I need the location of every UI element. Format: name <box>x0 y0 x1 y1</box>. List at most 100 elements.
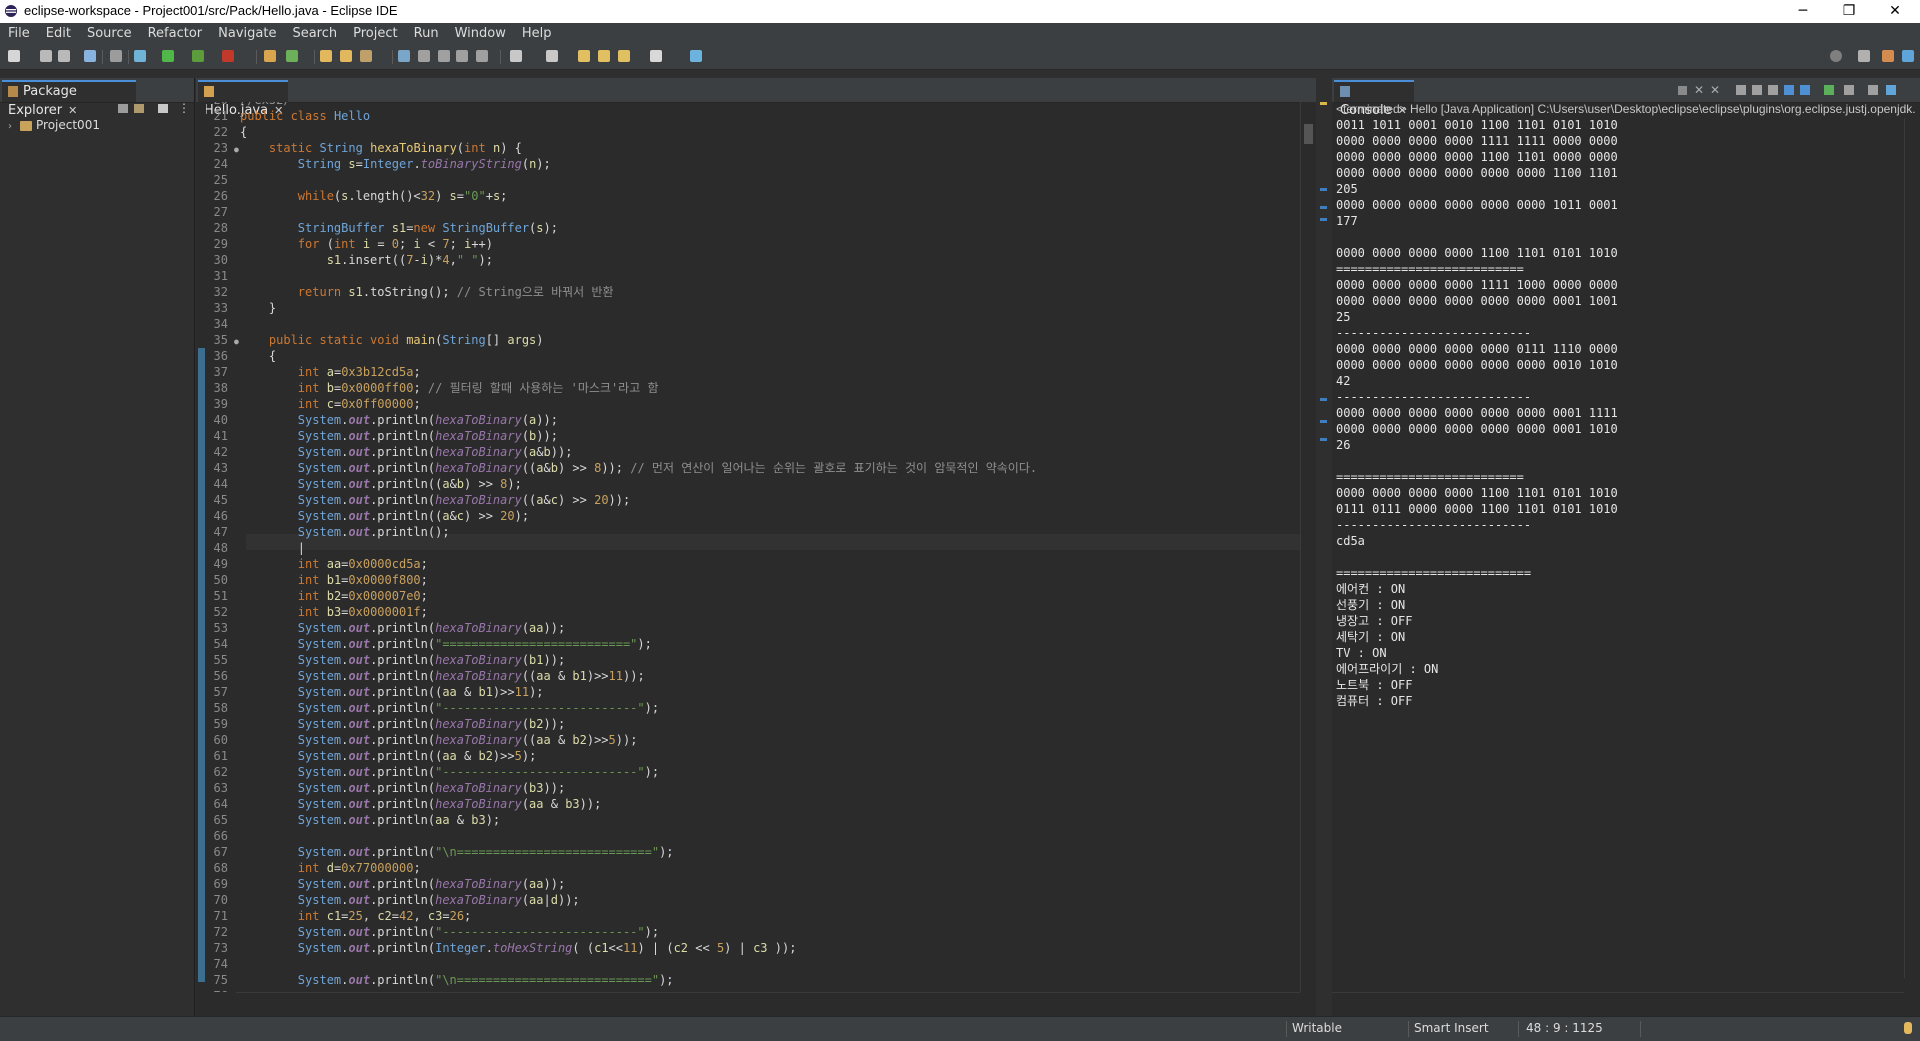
code-line[interactable]: 44 System.out.println((a&b) >> 8); <box>206 476 522 492</box>
java-perspective-icon[interactable] <box>1882 50 1894 62</box>
perspective-switch-icon[interactable] <box>1858 50 1870 62</box>
code-line[interactable]: 34 <box>206 316 240 332</box>
code-line[interactable]: 37 int a=0x3b12cd5a; <box>206 364 421 380</box>
code-line[interactable]: 28 StringBuffer s1=new StringBuffer(s); <box>206 220 558 236</box>
search-icon[interactable] <box>1830 50 1842 62</box>
status-cursor-position[interactable]: 48 : 9 : 1125 <box>1526 1021 1603 1035</box>
code-line[interactable]: 25 <box>206 172 240 188</box>
code-line[interactable]: 66 <box>206 828 240 844</box>
editor-horizontal-scrollbar[interactable] <box>236 992 1300 1008</box>
code-line[interactable]: 69 System.out.println(hexaToBinary(aa)); <box>206 876 566 892</box>
new-icon[interactable] <box>8 50 20 62</box>
code-line[interactable]: 38 int b=0x0000ff00; // 필터링 할때 사용하는 '마스크… <box>206 380 659 396</box>
code-line[interactable]: 67 System.out.println("\n===============… <box>206 844 674 860</box>
code-line[interactable]: 35 ● public static void main(String[] arg… <box>206 332 544 348</box>
new-package-icon[interactable] <box>286 50 298 62</box>
new-java-project-icon[interactable] <box>264 50 276 62</box>
coverage-icon[interactable] <box>192 50 204 62</box>
save-icon[interactable] <box>40 50 52 62</box>
tab-console[interactable]: Console ✕ <box>1334 80 1414 118</box>
code-line[interactable]: 52 int b3=0x0000001f; <box>206 604 428 620</box>
code-line[interactable]: 57 System.out.println((aa & b1)>>11); <box>206 684 544 700</box>
menu-project[interactable]: Project <box>345 23 405 44</box>
code-line[interactable]: 72 System.out.println("-----------------… <box>206 924 660 940</box>
code-line[interactable]: 23 ● static String hexaToBinary(int n) { <box>206 140 522 156</box>
external-tools-icon[interactable] <box>222 50 234 62</box>
code-line[interactable]: 29 for (int i = 0; i < 7; i++) <box>206 236 493 252</box>
remove-launch-icon[interactable]: ✕ <box>1694 83 1704 97</box>
toggle-mark-icon[interactable] <box>398 50 410 62</box>
code-line[interactable]: 49 int aa=0x0000cd5a; <box>206 556 428 572</box>
code-line[interactable]: 47 System.out.println(); <box>206 524 450 540</box>
code-line[interactable]: 21 public class Hello <box>206 108 371 124</box>
remove-all-icon[interactable]: ✕ <box>1710 83 1720 97</box>
code-line[interactable]: 43 System.out.println(hexaToBinary((a&b)… <box>206 460 1038 476</box>
code-line[interactable]: 71 int c1=25, c2=42, c3=26; <box>206 908 472 924</box>
forward-icon[interactable] <box>618 50 630 62</box>
menu-run[interactable]: Run <box>406 23 447 44</box>
toggle-breadcrumb-icon[interactable] <box>418 50 430 62</box>
code-line[interactable]: 56 System.out.println(hexaToBinary((aa &… <box>206 668 645 684</box>
code-line[interactable]: 45 System.out.println(hexaToBinary((a&c)… <box>206 492 631 508</box>
minimize-button[interactable]: ─ <box>1780 0 1826 23</box>
block-selection-icon[interactable] <box>438 50 450 62</box>
prev-annotation-icon[interactable] <box>546 50 558 62</box>
code-line[interactable]: 31 <box>206 268 240 284</box>
next-annotation-icon[interactable] <box>510 50 522 62</box>
code-line[interactable]: 68 int d=0x77000000; <box>206 860 421 876</box>
code-line[interactable]: 58 System.out.println("-----------------… <box>206 700 660 716</box>
code-line[interactable]: 22 { <box>206 124 248 140</box>
code-line[interactable]: 63 System.out.println(hexaToBinary(b3)); <box>206 780 566 796</box>
code-line[interactable]: 42 System.out.println(hexaToBinary(a&b))… <box>206 444 573 460</box>
new-console-icon[interactable] <box>1844 85 1854 95</box>
scroll-lock-icon[interactable] <box>1736 85 1746 95</box>
menu-help[interactable]: Help <box>514 23 560 44</box>
code-line[interactable]: 73 System.out.println(Integer.toHexStrin… <box>206 940 797 956</box>
debug-icon[interactable] <box>134 50 146 62</box>
close-window-button[interactable]: ✕ <box>1872 0 1918 23</box>
code-line[interactable]: 74 <box>206 956 240 972</box>
skip-breakpoints-icon[interactable] <box>110 50 122 62</box>
maximize-button[interactable]: ❐ <box>1826 0 1872 23</box>
menu-window[interactable]: Window <box>447 23 514 44</box>
code-line[interactable]: 27 <box>206 204 240 220</box>
status-insert-mode[interactable]: Smart Insert <box>1414 1021 1489 1035</box>
console-horizontal-scrollbar[interactable] <box>1332 992 1904 1008</box>
code-line[interactable]: 51 int b2=0x000007e0; <box>206 588 428 604</box>
save-all-icon[interactable] <box>58 50 70 62</box>
terminate-icon[interactable] <box>1678 86 1687 95</box>
code-line[interactable]: 24 String s=Integer.toBinaryString(n); <box>206 156 551 172</box>
search-tool-icon[interactable] <box>360 50 372 62</box>
filter-icon[interactable] <box>158 104 168 113</box>
open-task-icon[interactable] <box>340 50 352 62</box>
show-whitespace-icon[interactable] <box>476 50 488 62</box>
maximize-view-icon[interactable] <box>1886 85 1896 95</box>
code-line[interactable]: 64 System.out.println(hexaToBinary(aa & … <box>206 796 602 812</box>
terminal-icon[interactable] <box>84 50 96 62</box>
code-line[interactable]: 60 System.out.println(hexaToBinary((aa &… <box>206 732 638 748</box>
code-line[interactable]: 70 System.out.println(hexaToBinary(aa|d)… <box>206 892 580 908</box>
word-wrap-icon[interactable] <box>456 50 468 62</box>
code-line[interactable]: 40 System.out.println(hexaToBinary(a)); <box>206 412 558 428</box>
close-icon[interactable]: ✕ <box>68 104 77 117</box>
tab-package-explorer[interactable]: Package Explorer ✕ <box>2 80 136 118</box>
word-wrap-console-icon[interactable] <box>1752 85 1762 95</box>
code-line[interactable]: 30 s1.insert((7-i)*4," "); <box>206 252 493 268</box>
code-line[interactable]: 54 System.out.println("=================… <box>206 636 652 652</box>
code-line[interactable]: 76 <box>206 988 240 992</box>
tree-item-project[interactable]: › Project001 <box>8 118 100 132</box>
code-line[interactable]: 50 int b1=0x0000f800; <box>206 572 428 588</box>
code-line[interactable]: 53 System.out.println(hexaToBinary(aa)); <box>206 620 566 636</box>
pin-console-icon[interactable] <box>1784 85 1794 95</box>
menu-search[interactable]: Search <box>284 23 345 44</box>
code-line[interactable]: 62 System.out.println("-----------------… <box>206 764 660 780</box>
open-perspective-icon[interactable] <box>690 50 702 62</box>
link-editor-icon[interactable] <box>134 104 144 113</box>
code-line[interactable]: 41 System.out.println(hexaToBinary(b)); <box>206 428 558 444</box>
tab-hello-java[interactable]: Hello.java ✕ <box>198 80 288 118</box>
last-edit-icon[interactable] <box>578 50 590 62</box>
menu-edit[interactable]: Edit <box>38 23 79 44</box>
code-line[interactable]: 65 System.out.println(aa & b3); <box>206 812 501 828</box>
editor-vertical-scrollbar[interactable] <box>1300 102 1316 992</box>
view-menu-icon[interactable]: ⋮ <box>178 101 190 115</box>
